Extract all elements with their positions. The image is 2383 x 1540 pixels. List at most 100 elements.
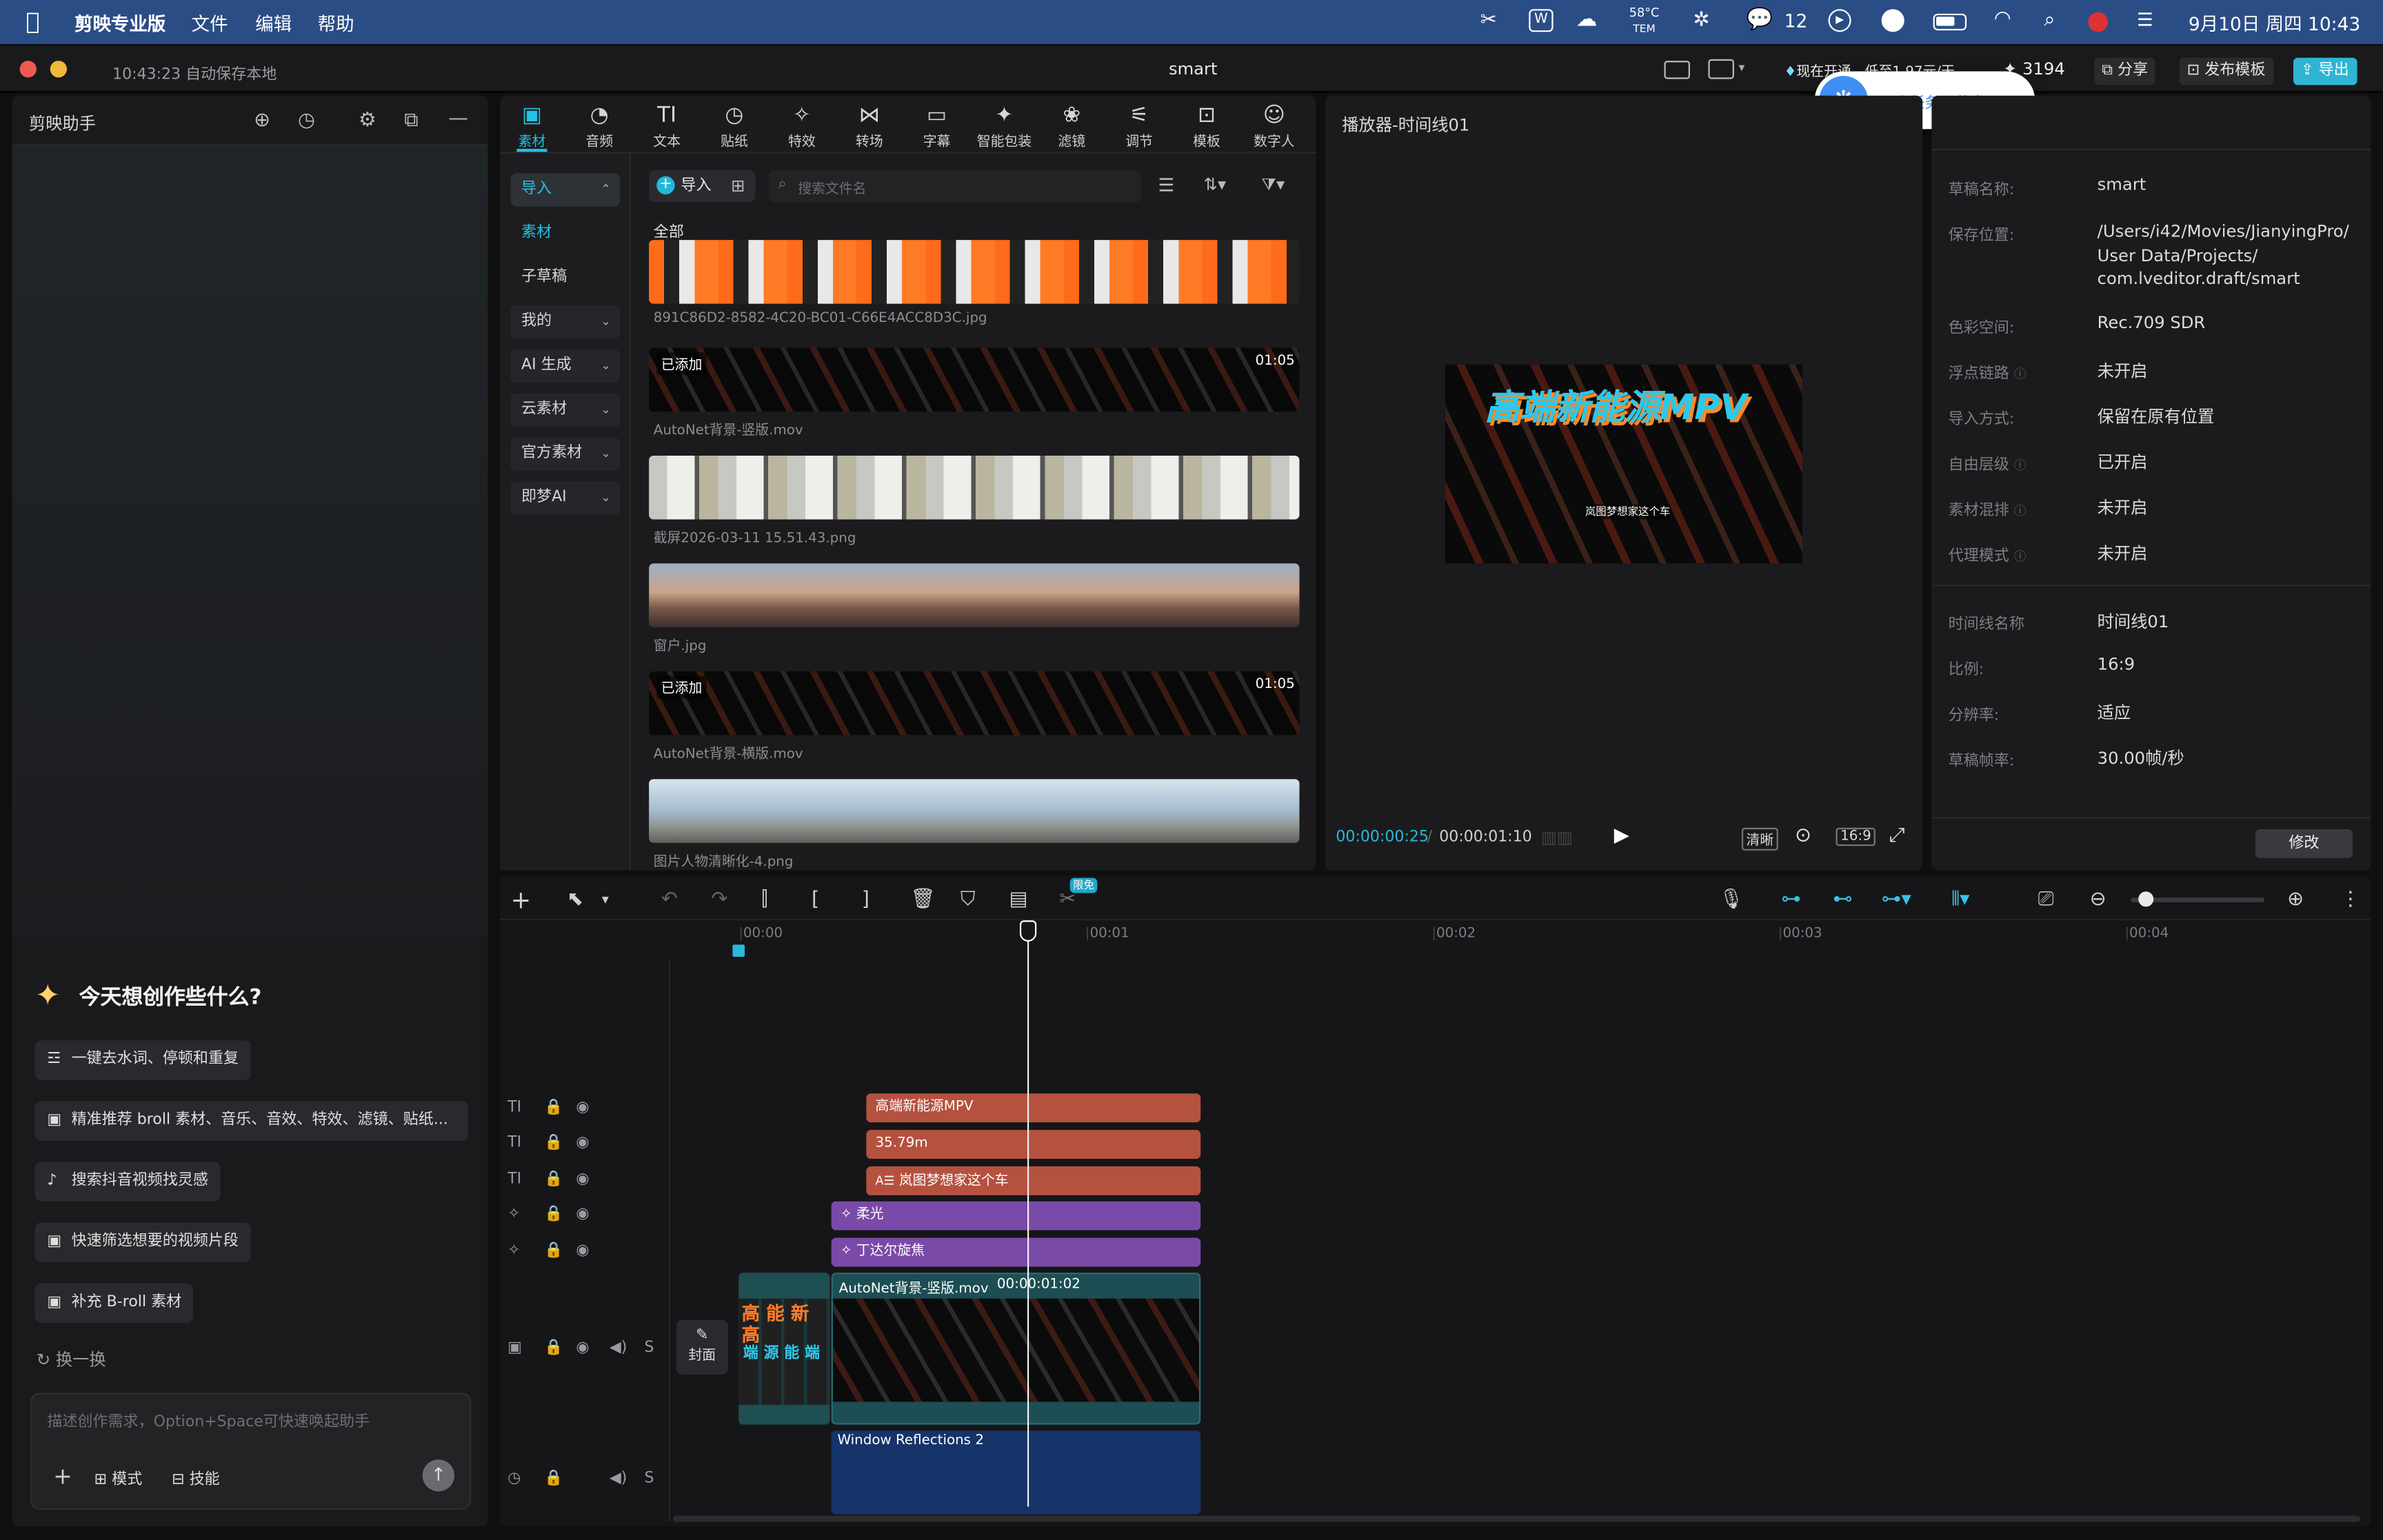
collapse-panel-icon[interactable]: — [448,108,468,130]
media-item-thumbnail[interactable] [649,347,1300,412]
trim-right-icon[interactable]: ] [862,889,869,911]
list-view-icon[interactable]: ☰ [1158,174,1175,196]
delete-icon[interactable]: 🗑 [910,889,935,911]
mode-button[interactable]: ⊞ 模式 [94,1466,143,1488]
skill-button[interactable]: ⊟ 技能 [172,1466,220,1488]
help-icon[interactable]: ⓘ [2014,504,2027,518]
lock-icon[interactable]: 🔒 [544,1339,563,1356]
lock-icon[interactable]: 🔒 [544,1135,563,1151]
timeline-start-marker[interactable] [732,944,745,958]
wps-icon[interactable]: W [1529,9,1554,32]
keyboard-shortcut-icon[interactable] [1664,61,1690,79]
menu-file[interactable]: 文件 [192,10,228,36]
tab-audio[interactable]: ◔ 音频 [569,100,630,152]
import-button[interactable]: + 导入 ⊞ [649,170,756,203]
play-circle-icon[interactable]: ▶ [1828,9,1851,32]
tab-template[interactable]: ⊡ 模板 [1176,100,1237,152]
marker-icon[interactable]: ⛉ [961,889,976,911]
suggestion-douyin-search[interactable]: ♪ 搜索抖音视频找灵感 [34,1162,221,1202]
steam-icon[interactable] [1881,9,1904,32]
effect-clip[interactable]: ✧ 柔光 [831,1201,1201,1230]
suggestion-add-broll[interactable]: ▣ 补充 B-roll 素材 [34,1283,194,1323]
playhead[interactable] [1027,922,1029,1507]
lock-icon[interactable]: 🔒 [544,1100,563,1116]
capcut-status-icon[interactable]: ✂ [1480,9,1497,32]
media-sidebar-item-6[interactable]: 官方素材 ⌄ [510,437,621,471]
solo-button[interactable]: S [645,1470,654,1487]
help-icon[interactable]: ⓘ [2014,550,2027,564]
cloud-sync-icon[interactable]: ☁ [1576,8,1598,32]
suggestion-broll-recommend[interactable]: ▣ 精准推荐 broll 素材、音乐、音效、特效、滤镜、贴纸... [34,1101,468,1141]
tab-media[interactable]: ▣ 素材 [501,100,562,152]
send-button[interactable]: ↑ [422,1459,455,1492]
sort-icon[interactable]: ⇅▾ [1204,174,1227,194]
wifi-icon[interactable]: ◠ [1994,8,2011,30]
redo-icon[interactable]: ↷ [712,889,728,911]
preview-axis-icon[interactable]: ⫴▾ [1951,889,1969,911]
video-main-segments[interactable]: 高 能 新 高 端 源 能 端 [738,1273,830,1425]
timeline-scrollbar[interactable] [673,1515,2360,1522]
share-button[interactable]: ⧉ 分享 [2094,57,2156,85]
fan-icon[interactable]: ✲ [1693,9,1709,32]
modify-button[interactable]: 修改 [2255,829,2353,858]
popout-icon[interactable]: ⧉ [404,110,418,132]
media-item-thumbnail[interactable] [649,240,1300,304]
grid-view-icon[interactable]: ⊞ [731,170,745,202]
history-icon[interactable]: ◷ [298,110,315,132]
assistant-input[interactable]: 描述创作需求，Option+Space可快速唤起助手 [47,1408,370,1430]
visibility-eye-icon[interactable]: ◉ [576,1339,589,1356]
add-track-icon[interactable]: + [511,885,532,914]
lock-icon[interactable]: 🔒 [544,1470,563,1487]
layout-dropdown-icon[interactable]: ▾ [1738,61,1744,74]
tab-sticker[interactable]: ◷ 贴纸 [704,100,765,152]
apple-icon[interactable]:  [26,8,39,35]
lock-icon[interactable]: 🔒 [544,1171,563,1188]
media-item-thumbnail[interactable] [649,563,1300,627]
minimize-window-button[interactable] [50,61,67,78]
publish-template-button[interactable]: ⊡ 发布模板 [2179,57,2273,85]
file-search-input[interactable]: ⌕ 搜索文件名 [769,170,1142,203]
player-preview[interactable]: 高端新能源MPV 岚图梦想家这个车 [1445,364,1803,564]
wechat-icon[interactable]: 💬 [1747,8,1773,32]
zoom-slider[interactable] [2131,891,2265,907]
media-sidebar-item-2[interactable]: 子草稿 [511,261,621,294]
tab-effects[interactable]: ✧ 特效 [772,100,832,152]
media-sidebar-item-4[interactable]: AI 生成 ⌄ [510,349,621,383]
menu-help[interactable]: 帮助 [318,10,354,36]
magnet-icon[interactable]: ⊷ [1833,889,1853,911]
tab-adjust[interactable]: ⚟ 调节 [1109,100,1169,152]
settings-icon[interactable]: ⚙ [359,110,376,132]
lock-icon[interactable]: 🔒 [544,1242,563,1259]
volume-icon[interactable]: ◀) [610,1470,627,1487]
video-clip-autonet[interactable]: AutoNet背景-竖版.mov 00:00:01:02 [831,1273,1201,1425]
ai-preview-icon[interactable]: ⎚ [2038,889,2054,911]
menubar-clock[interactable]: 9月10日 周四 10:43 [2189,10,2360,36]
undo-icon[interactable]: ↶ [661,889,678,911]
spotlight-search-icon[interactable]: ⌕ [2044,9,2055,32]
solo-button[interactable]: S [645,1339,654,1356]
media-sidebar-item-1[interactable]: 素材 [511,217,621,250]
tab-transition[interactable]: ⋈ 转场 [839,100,900,152]
suggestion-remove-filler[interactable]: ☲ 一键去水词、停顿和重复 [34,1040,251,1080]
more-options-icon[interactable]: ⋮ [2340,889,2360,911]
zoom-in-icon[interactable]: ⊕ [2287,889,2304,911]
help-icon[interactable]: ⓘ [2014,458,2027,472]
visibility-eye-icon[interactable]: ◉ [576,1135,589,1151]
fullscreen-icon[interactable]: ⤢ [1889,824,1905,847]
ratio-button[interactable]: 16:9 [1836,827,1876,847]
export-button[interactable]: ⇪ 导出 [2293,57,2357,85]
text-clip[interactable]: A☰ 岚图梦想家这个车 [866,1166,1201,1195]
new-chat-icon[interactable]: ⊕ [254,110,270,132]
tab-digital-human[interactable]: ☺ 数字人 [1244,100,1305,152]
quality-button[interactable]: 清晰 [1741,827,1778,851]
control-center-icon[interactable]: ☰ [2137,9,2153,30]
cover-button[interactable]: ✎ 封面 [676,1319,728,1375]
app-menu[interactable]: 剪映专业版 [74,10,165,36]
caption-icon[interactable]: ▤ [1009,889,1028,911]
audio-clip[interactable]: Window Reflections 2 [831,1430,1201,1514]
media-sidebar-item-3[interactable]: 我的 ⌄ [510,305,621,339]
playhead-handle[interactable] [1019,920,1037,942]
media-sidebar-item-0[interactable]: 导入 ⌃ [510,173,621,207]
volume-icon[interactable]: ◀) [610,1339,627,1356]
effect-clip[interactable]: ✧ 丁达尔旋焦 [831,1237,1201,1267]
